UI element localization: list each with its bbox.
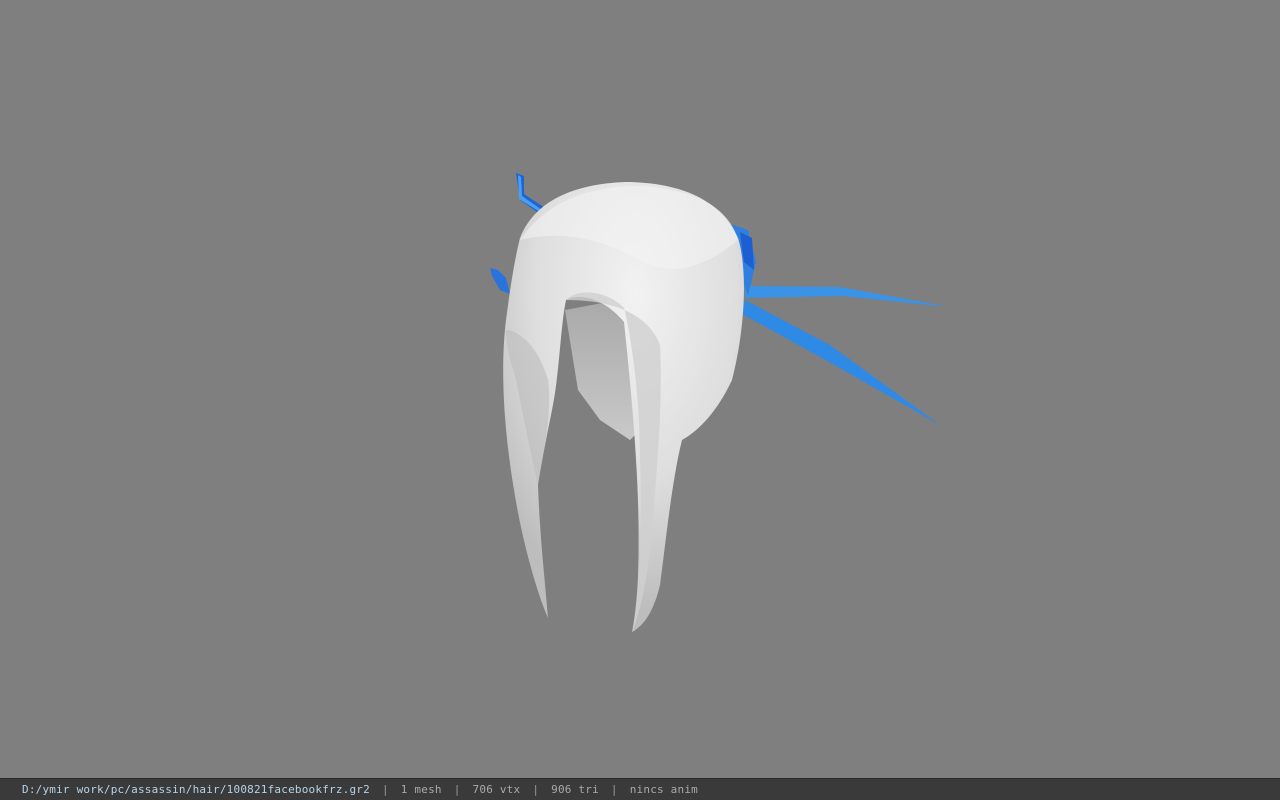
animation-status-label: nincs anim [629, 783, 698, 796]
vertex-count-label: 706 vtx [472, 783, 521, 796]
status-bar: D:/ymir work/pc/assassin/hair/100821face… [0, 778, 1280, 800]
status-separator: | [381, 783, 389, 796]
mesh-count-label: 1 mesh [400, 783, 442, 796]
status-separator: | [453, 783, 461, 796]
triangle-count-label: 906 tri [551, 783, 599, 796]
file-path-label: D:/ymir work/pc/assassin/hair/100821face… [22, 783, 370, 796]
status-separator: | [610, 783, 618, 796]
status-separator: | [532, 783, 540, 796]
3d-viewport[interactable] [0, 0, 1280, 778]
hair-model-render[interactable] [0, 0, 1280, 778]
